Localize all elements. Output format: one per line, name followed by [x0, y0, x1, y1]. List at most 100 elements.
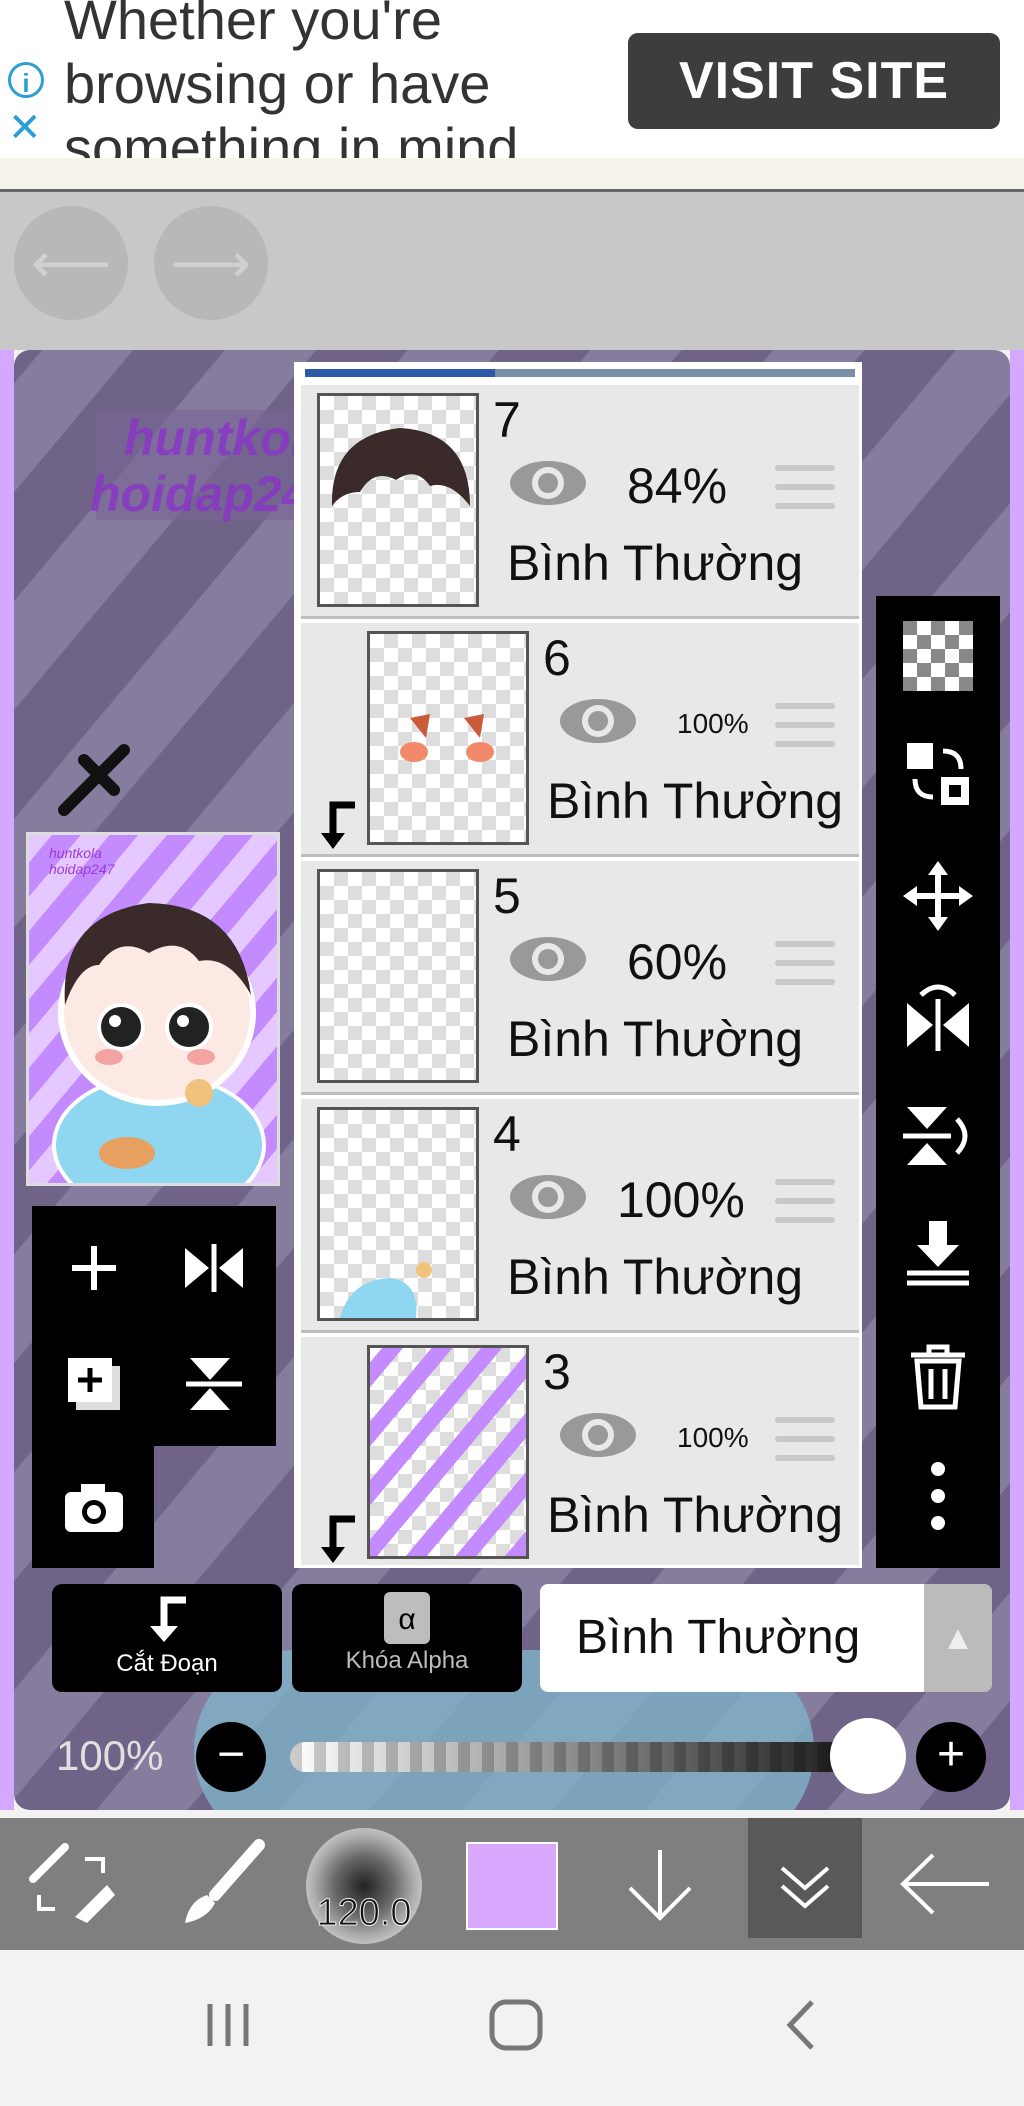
flip-vertical-icon: [186, 1358, 242, 1410]
alpha-lock-label: Khóa Alpha: [345, 1647, 469, 1674]
drag-handle-icon[interactable]: [775, 941, 835, 997]
merge-down-button[interactable]: [898, 1212, 978, 1292]
layer-scrollbar-thumb[interactable]: [305, 369, 495, 377]
flip-vertical-button[interactable]: [898, 1096, 978, 1176]
visit-site-button[interactable]: VISIT SITE: [628, 33, 1000, 129]
more-options-button[interactable]: [898, 1456, 978, 1536]
swap-layer-button[interactable]: [898, 734, 978, 814]
trash-icon: [911, 1344, 965, 1410]
layer-row-4[interactable]: 4 100% Bình Thường: [301, 1099, 859, 1333]
collapse-icon: [780, 1866, 830, 1909]
layer-thumbnail: [317, 1107, 479, 1321]
duplicate-layer-icon: [68, 1358, 120, 1410]
layer-row-5[interactable]: 5 60% Bình Thường: [301, 861, 859, 1095]
move-button[interactable]: [898, 856, 978, 936]
back-icon[interactable]: [782, 1998, 822, 2052]
canvas-watermark-line1: huntkoli: [124, 410, 319, 466]
tool-switch-button[interactable]: [20, 1818, 120, 1950]
home-icon[interactable]: [488, 1998, 544, 2052]
triangle-up-icon[interactable]: ▲: [924, 1584, 992, 1692]
layer-opacity: 84%: [627, 458, 728, 514]
drag-handle-icon[interactable]: [775, 1417, 835, 1473]
layer-thumbnail: [367, 1345, 529, 1559]
add-layer-icon: [72, 1246, 116, 1290]
recents-icon[interactable]: [204, 2000, 254, 2050]
lock-icon: α: [384, 1592, 430, 1644]
add-layer-button[interactable]: [44, 1218, 144, 1318]
redo-button[interactable]: ⟶: [154, 206, 268, 320]
duplicate-layer-button[interactable]: [44, 1334, 144, 1434]
arrow-left-icon: ⟵: [30, 231, 112, 294]
flip-horizontal-button[interactable]: [898, 976, 978, 1056]
left-camera-tool: [32, 1446, 154, 1568]
tool-switch-icon: [29, 1843, 115, 1923]
alpha-lock-button[interactable]: α Khóa Alpha: [292, 1584, 522, 1692]
back-button[interactable]: [880, 1818, 1010, 1950]
ad-text: Whether you're browsing or have somethin…: [64, 0, 535, 158]
camera-icon: [65, 1484, 123, 1532]
brush-icon: [185, 1839, 265, 1923]
brush-tool-button[interactable]: [170, 1818, 270, 1950]
collapse-button[interactable]: [748, 1818, 862, 1938]
flip-layer-vertical-button[interactable]: [164, 1334, 264, 1434]
layer-opacity: 100%: [677, 708, 749, 739]
drag-handle-icon[interactable]: [775, 703, 835, 759]
left-layer-tools: [32, 1206, 276, 1446]
clipping-button[interactable]: Cắt Đoạn: [52, 1584, 282, 1692]
delete-layer-button[interactable]: [898, 1336, 978, 1416]
layer-opacity: 60%: [627, 934, 728, 990]
more-icon: [931, 1462, 945, 1530]
clipping-arrow-icon: [321, 1515, 355, 1563]
layer-row-3[interactable]: 3 100% Bình Thường: [301, 1337, 859, 1565]
opacity-decrease-button[interactable]: −: [196, 1722, 266, 1792]
layer-thumbnail: [317, 393, 479, 607]
arrow-down-button[interactable]: [600, 1818, 720, 1950]
layer-row-7[interactable]: 7 84% Bình Thường: [301, 385, 859, 619]
layer-list[interactable]: 7 84% Bình Thường 6 100% Bình Thường 5 6…: [294, 362, 862, 1568]
clipping-arrow-icon: [321, 801, 355, 849]
eye-icon[interactable]: [557, 695, 639, 747]
eye-icon[interactable]: [557, 1409, 639, 1461]
layer-blend-mode: Bình Thường: [507, 535, 804, 591]
close-icon[interactable]: ✕: [8, 108, 42, 148]
sparkle-decoration: [58, 744, 130, 816]
right-layer-toolbar: [876, 596, 1000, 1568]
eye-icon[interactable]: [507, 457, 589, 509]
flip-horizontal-icon: [907, 984, 969, 1051]
layer-number: 7: [493, 392, 521, 448]
system-navigation-bar: [0, 1950, 1024, 2106]
canvas-thumbnail[interactable]: huntkola hoidap247: [26, 832, 280, 1186]
layer-thumbnail: [317, 869, 479, 1083]
clipping-icon: [150, 1596, 186, 1642]
move-icon: [903, 861, 973, 931]
flip-layer-horizontal-button[interactable]: [164, 1218, 264, 1318]
layer-blend-mode: Bình Thường: [547, 1487, 844, 1543]
ad-divider: [0, 158, 1024, 192]
transparency-icon: [903, 621, 973, 691]
minus-icon: −: [216, 1728, 246, 1781]
layer-row-6[interactable]: 6 100% Bình Thường: [301, 623, 859, 857]
opacity-increase-button[interactable]: +: [916, 1722, 986, 1792]
opacity-value: 100%: [56, 1732, 164, 1779]
opacity-slider[interactable]: [290, 1742, 860, 1772]
opacity-slider-handle[interactable]: [830, 1718, 906, 1794]
eye-icon[interactable]: [507, 1171, 589, 1223]
arrow-right-icon: ⟶: [170, 231, 252, 294]
ad-banner[interactable]: Whether you're browsing or have somethin…: [0, 0, 1024, 158]
brush-size-button[interactable]: 120.0: [306, 1828, 422, 1944]
canvas-edge-left: [0, 350, 14, 1810]
camera-button[interactable]: [44, 1458, 144, 1558]
transparency-button[interactable]: [898, 616, 978, 696]
layer-blend-mode: Bình Thường: [507, 1249, 804, 1305]
layer-opacity: 100%: [617, 1172, 745, 1228]
drag-handle-icon[interactable]: [775, 1179, 835, 1235]
info-icon[interactable]: i: [8, 62, 44, 98]
color-swatch[interactable]: [466, 1842, 558, 1930]
drag-handle-icon[interactable]: [775, 465, 835, 521]
blend-mode-select[interactable]: Bình Thường ▲: [540, 1584, 992, 1692]
plus-icon: +: [936, 1728, 966, 1781]
arrow-down-icon: [628, 1850, 692, 1921]
sleeve-preview: [340, 1262, 432, 1318]
undo-button[interactable]: ⟵: [14, 206, 128, 320]
eye-icon[interactable]: [507, 933, 589, 985]
